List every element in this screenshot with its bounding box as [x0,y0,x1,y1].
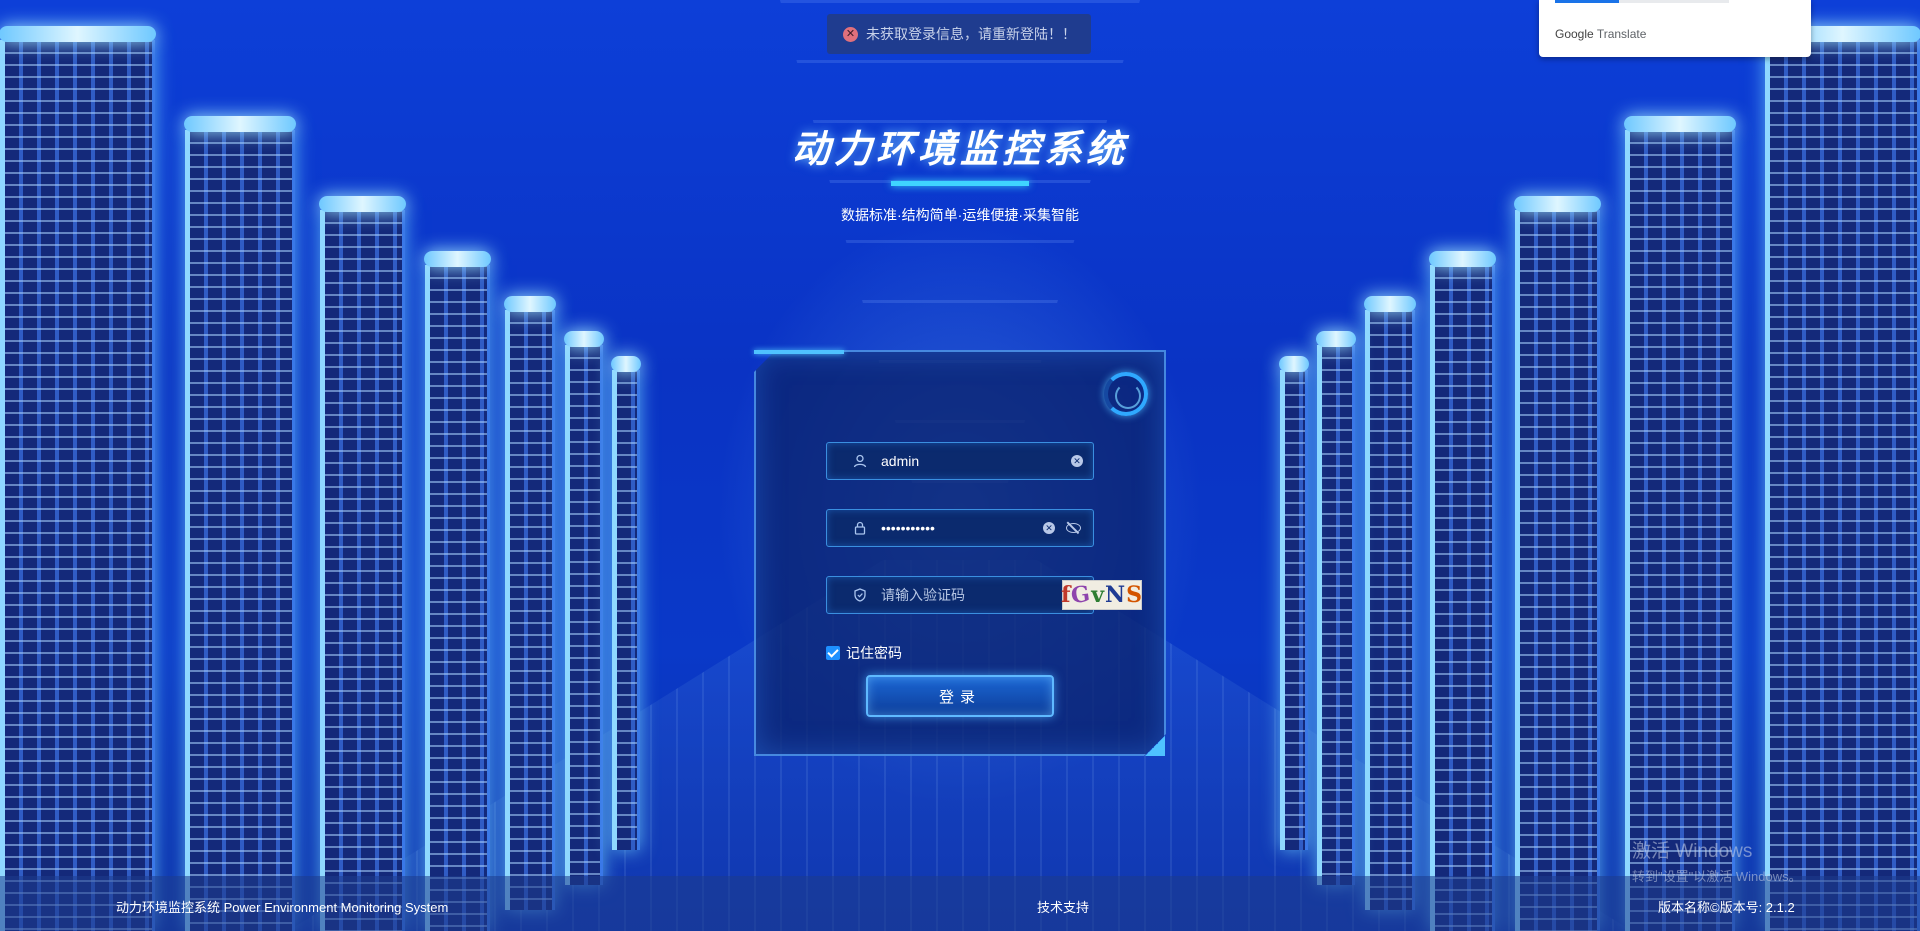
captcha-char: G [1069,580,1093,610]
clear-username-icon[interactable]: ✕ [1071,455,1083,467]
server-rack [1429,251,1496,931]
panel-corner-accent [754,350,844,354]
windows-activation-watermark: 激活 Windows 转到"设置"以激活 Windows。 [1632,836,1802,885]
watermark-title: 激活 Windows [1632,841,1753,862]
error-notification: ✕ 未获取登录信息，请重新登陆！！ [827,14,1091,54]
error-circle-icon: ✕ [843,26,858,42]
server-rack [184,116,296,931]
captcha-char: N [1105,582,1127,608]
captcha-image[interactable]: fGvNS [1061,580,1144,610]
system-subtitle: 数据标准·结构简单·运维便捷·采集智能 [841,207,1079,223]
shield-icon [853,588,867,602]
server-rack [1316,331,1356,885]
server-rack [1514,196,1601,931]
google-translate-widget[interactable]: Google Translate [1539,0,1811,57]
server-rack [1764,26,1920,931]
loading-ring-icon [1104,372,1148,416]
server-rack [504,296,556,910]
server-rack [319,196,406,931]
footer-tech-support-link[interactable]: 技术支持 [1037,897,1089,916]
captcha-input[interactable] [881,587,1062,603]
server-rack [611,356,641,850]
google-translate-label[interactable]: Google Translate [1555,27,1646,41]
user-icon [853,454,867,468]
password-field[interactable]: ••••••••••• ✕ [826,509,1094,547]
username-input[interactable] [881,453,1071,469]
server-rack [0,26,156,931]
remember-label: 记住密码 [846,645,902,661]
footer-system-name: 动力环境监控系统 Power Environment Monitoring Sy… [116,900,449,915]
remember-password[interactable]: 记住密码 [826,643,902,663]
username-field[interactable]: ✕ [826,442,1094,480]
server-rack [1279,356,1309,850]
captcha-field[interactable]: fGvNS [826,576,1142,614]
translate-tab-indicator [1619,0,1729,3]
footer-version: 版本名称©版本号: 2.1.2 [1658,900,1795,915]
translate-tab-active-indicator [1555,0,1619,3]
system-title: 动力环境监控系统 [791,127,1128,171]
clear-password-icon[interactable]: ✕ [1043,522,1055,534]
watermark-subtitle: 转到"设置"以激活 Windows。 [1632,869,1802,884]
lock-icon [853,521,867,535]
server-rack [1624,116,1736,931]
remember-checkbox[interactable] [826,646,840,660]
server-rack [1364,296,1416,910]
server-rack [564,331,604,885]
server-rack [424,251,491,931]
notification-message: 未获取登录信息，请重新登陆！！ [866,26,1076,42]
captcha-char: v [1091,582,1106,608]
captcha-char: S [1126,582,1144,608]
panel-corner-accent [1145,736,1165,756]
password-input[interactable]: ••••••••••• [881,520,1043,536]
login-button[interactable]: 登录 [866,675,1054,717]
title-underline [891,181,1029,186]
toggle-password-visibility-icon[interactable] [1065,522,1081,534]
